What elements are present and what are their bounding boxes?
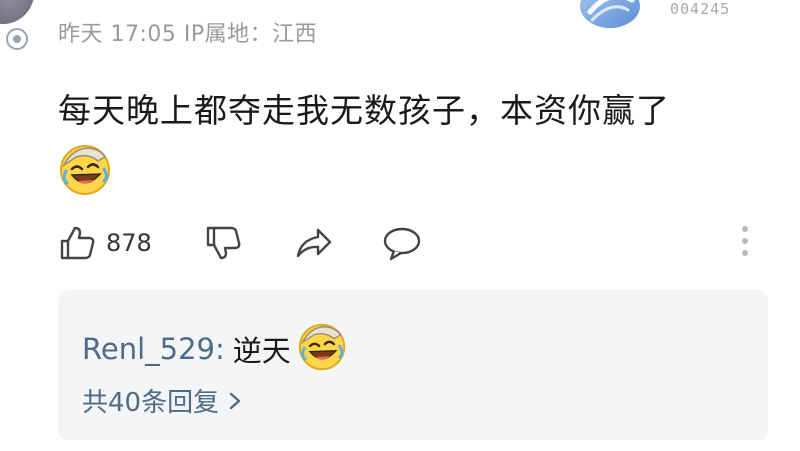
more-options-button[interactable] <box>740 226 750 260</box>
more-vertical-icon <box>742 226 748 232</box>
medal-count: 004245 <box>670 0 731 18</box>
comment-meta: 昨天 17:05 IP属地：江西 <box>58 22 318 47</box>
chevron-right-icon <box>229 392 241 409</box>
like-count: 878 <box>106 229 152 257</box>
comment-text: 每天晚上都夺走我无数孩子，本资你赢了 <box>58 91 670 130</box>
thumbs-down-icon <box>206 226 241 260</box>
view-all-replies-label: 共40条回复 <box>82 388 220 418</box>
thumbs-up-icon <box>60 226 95 260</box>
comment-actions: 878 <box>58 220 758 266</box>
more-dot <box>742 250 748 256</box>
comment-bubble-icon <box>383 227 421 261</box>
view-all-replies-link[interactable]: 共40条回复 <box>82 382 241 419</box>
share-arrow-icon <box>296 228 332 258</box>
reply-content: 逆天 <box>232 334 291 368</box>
share-button[interactable] <box>294 220 334 266</box>
reply-button[interactable] <box>382 220 422 266</box>
dislike-button[interactable] <box>204 220 242 266</box>
laughing-crying-emoji-icon <box>298 323 345 371</box>
avatar[interactable] <box>0 0 34 24</box>
medal-badge-icon <box>580 0 640 28</box>
like-button[interactable]: 878 <box>58 220 152 266</box>
reply-preview[interactable]: Renl_529: 逆天 共40条回复 <box>58 290 768 440</box>
comment-card: 昨天 17:05 IP属地：江西 004245 每天晚上都夺走我无数孩子，本资你… <box>0 0 800 451</box>
reply-item: Renl_529: 逆天 <box>82 323 347 372</box>
laughing-crying-emoji-icon <box>60 145 110 195</box>
verified-badge-icon <box>6 28 28 50</box>
more-dot <box>742 238 748 244</box>
reply-username[interactable]: Renl_529: <box>82 332 225 366</box>
